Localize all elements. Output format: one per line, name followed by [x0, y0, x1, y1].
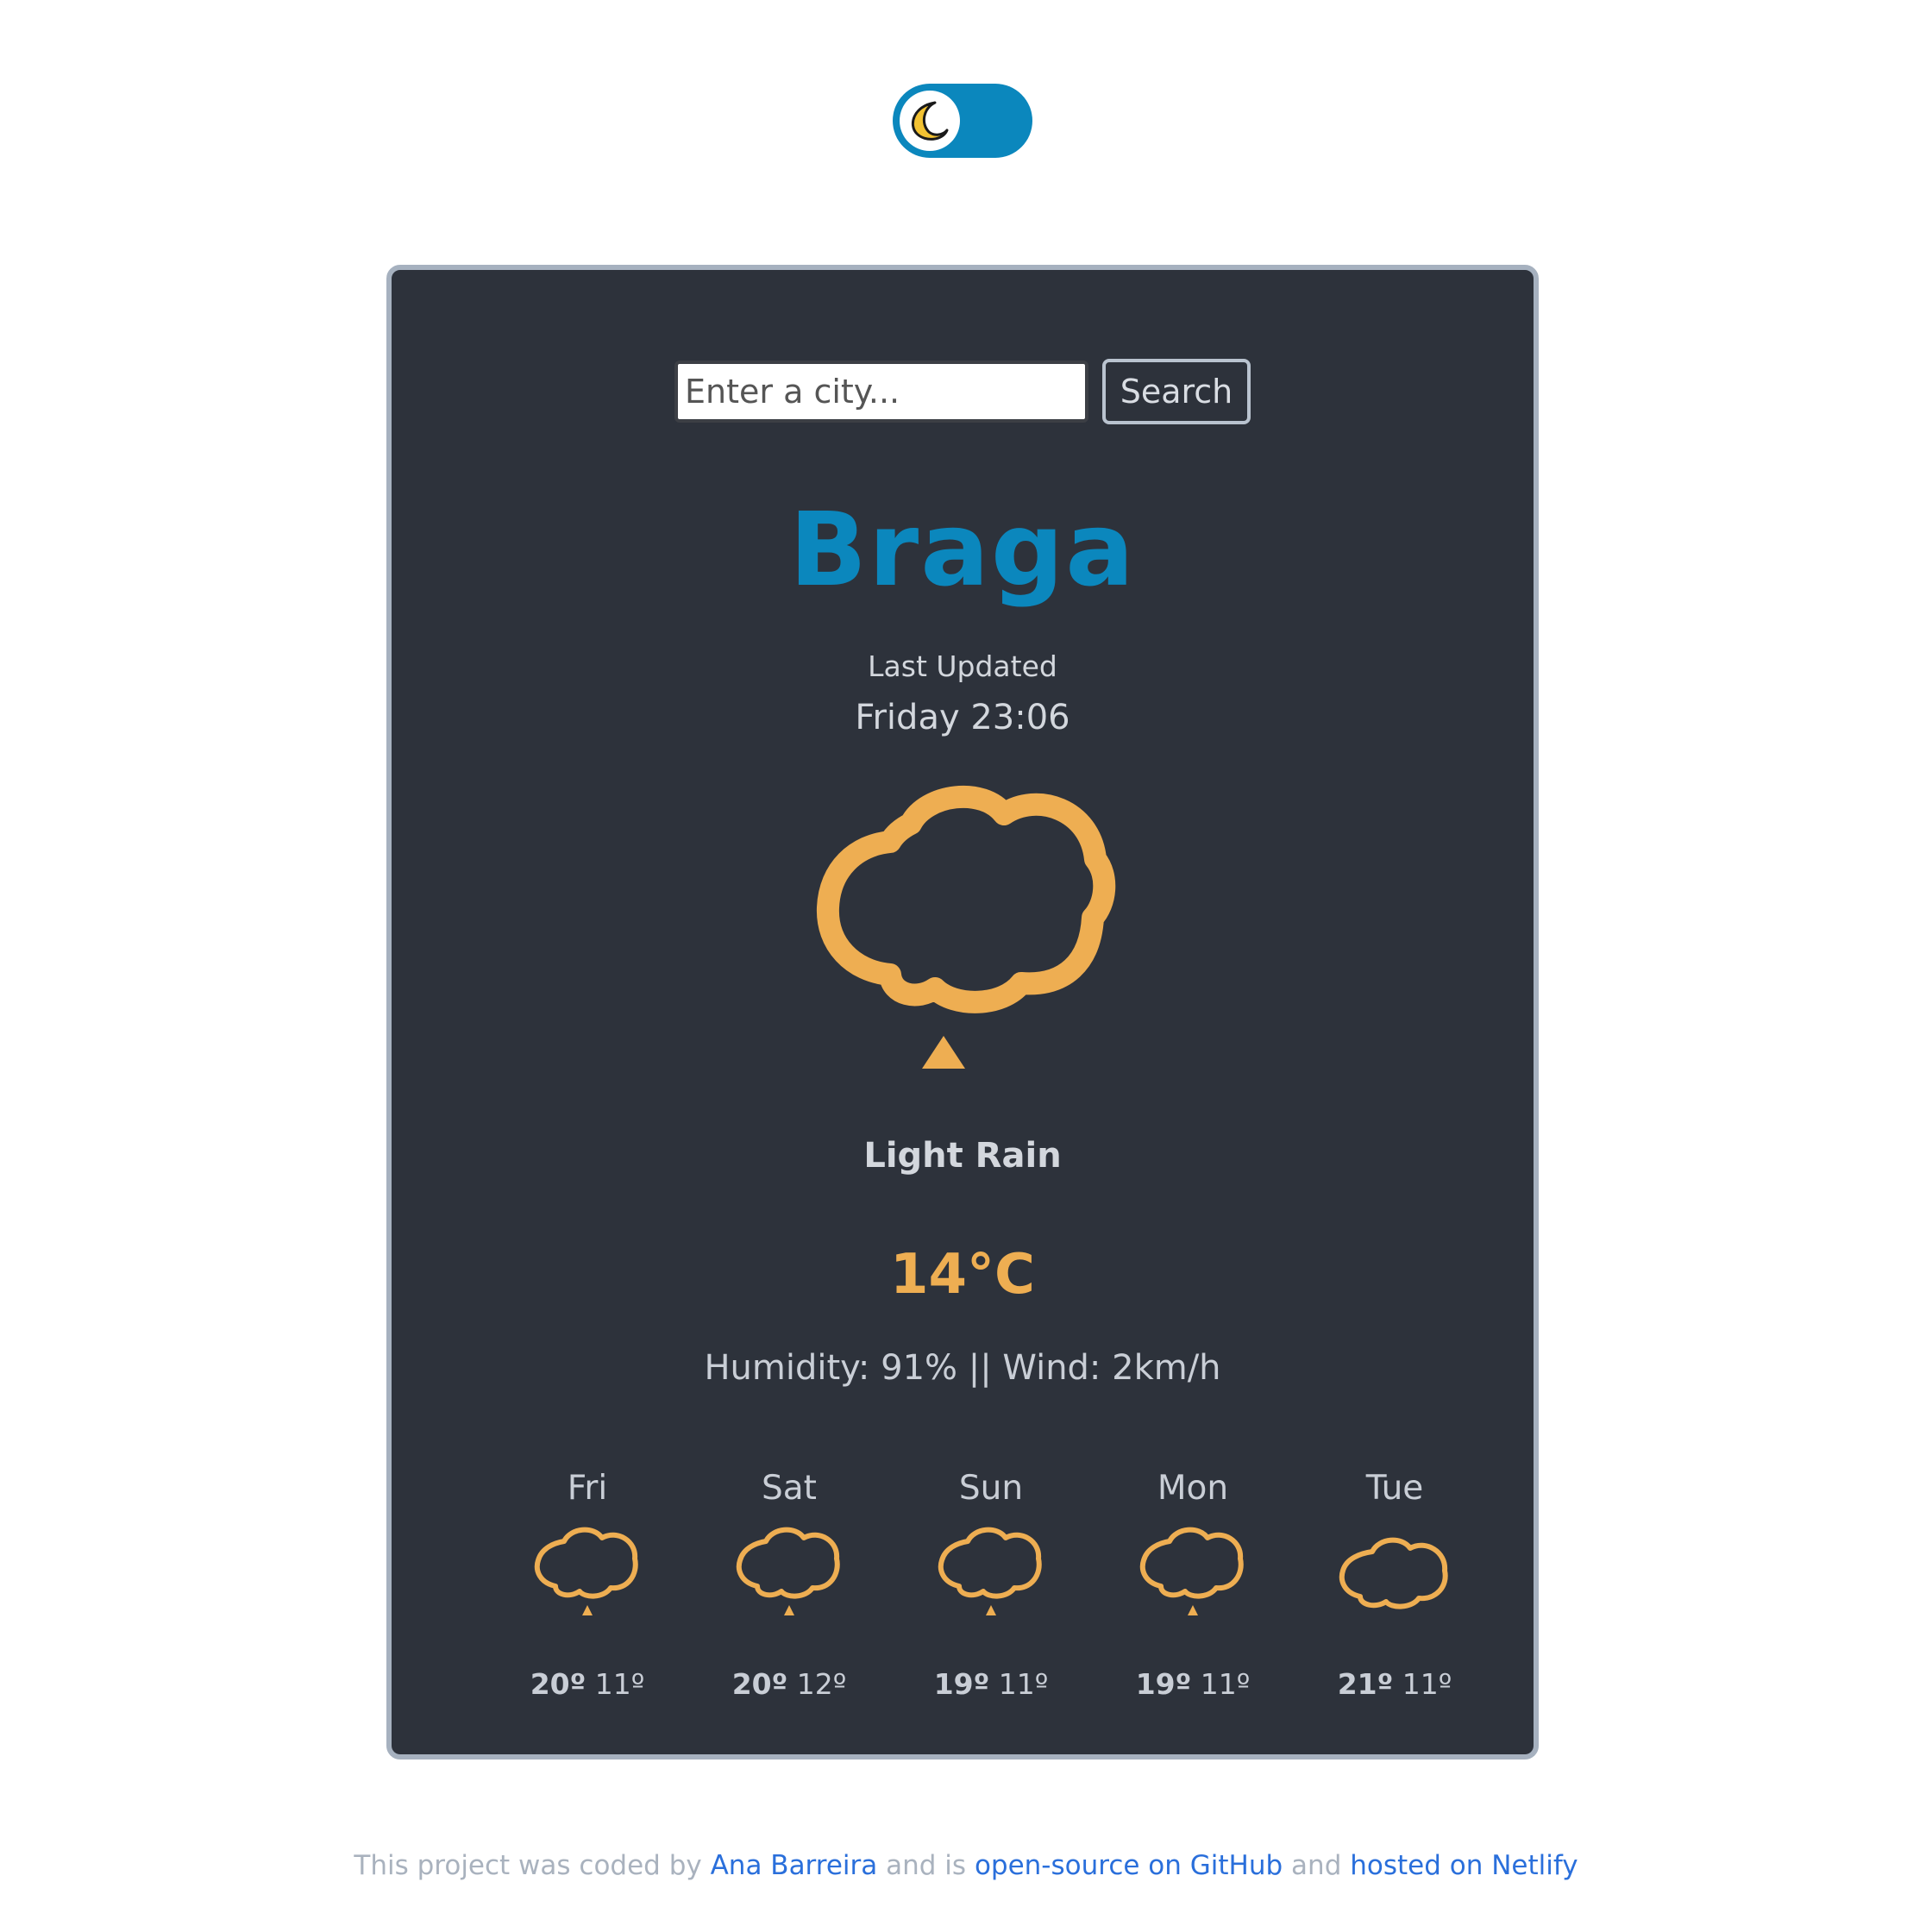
footer-text: This project was coded by: [354, 1850, 702, 1881]
forecast-day: Tue 21º 11º: [1294, 1469, 1496, 1701]
cloud-icon: [1294, 1522, 1496, 1660]
toggle-knob[interactable]: [900, 91, 960, 151]
page: Search Braga Last Updated Friday 23:06 L…: [0, 0, 1932, 1932]
weather-card: Search Braga Last Updated Friday 23:06 L…: [386, 265, 1539, 1760]
search-button[interactable]: Search: [1102, 359, 1251, 424]
forecast-day-name: Sun: [958, 1469, 1024, 1508]
footer-text: and is: [886, 1850, 967, 1881]
forecast-max-temp: 21º: [1337, 1667, 1394, 1701]
city-name: Braga: [789, 490, 1136, 609]
footer: This project was coded by Ana Barreira a…: [0, 1850, 1932, 1881]
humidity-wind: Humidity: 91% || Wind: 2km/h: [704, 1348, 1221, 1388]
forecast-day: Mon 19º 11º: [1092, 1469, 1294, 1701]
city-search-input[interactable]: [674, 361, 1088, 423]
forecast-min-temp: 11º: [1200, 1667, 1251, 1701]
author-link[interactable]: Ana Barreira: [711, 1850, 878, 1881]
weather-description: Light Rain: [863, 1136, 1062, 1176]
forecast-min-temp: 12º: [796, 1667, 847, 1701]
rain-cloud-icon: [1092, 1522, 1294, 1660]
forecast-min-temp: 11º: [594, 1667, 645, 1701]
forecast-max-temp: 20º: [731, 1667, 788, 1701]
forecast-day: Fri 20º 11º: [486, 1469, 688, 1701]
forecast-max-temp: 19º: [1135, 1667, 1192, 1701]
theme-toggle[interactable]: [893, 84, 1032, 158]
rain-cloud-icon: [688, 1522, 890, 1660]
netlify-link[interactable]: hosted on Netlify: [1350, 1850, 1578, 1881]
moon-icon: [912, 101, 949, 141]
forecast: Fri 20º 11º Sat 20º 12º Sun 19º 11º Mon …: [486, 1469, 1496, 1701]
forecast-day: Sun 19º 11º: [890, 1469, 1092, 1701]
forecast-day-name: Fri: [567, 1469, 608, 1508]
last-updated-label: Last Updated: [868, 649, 1057, 683]
last-updated-time: Friday 23:06: [855, 698, 1070, 737]
forecast-day-name: Mon: [1157, 1469, 1229, 1508]
rain-cloud-icon: [486, 1522, 688, 1660]
current-temperature: 14°C: [889, 1243, 1036, 1307]
rain-cloud-icon: [890, 1522, 1092, 1660]
forecast-day-name: Tue: [1365, 1469, 1424, 1508]
forecast-max-temp: 20º: [530, 1667, 586, 1701]
forecast-day-name: Sat: [762, 1469, 817, 1508]
search-form: Search: [392, 359, 1534, 424]
forecast-min-temp: 11º: [1402, 1667, 1452, 1701]
github-link[interactable]: open-source on GitHub: [975, 1850, 1283, 1881]
forecast-day: Sat 20º 12º: [688, 1469, 890, 1701]
footer-text: and: [1291, 1850, 1342, 1881]
forecast-max-temp: 19º: [933, 1667, 990, 1701]
forecast-min-temp: 11º: [998, 1667, 1049, 1701]
rain-cloud-icon: [806, 775, 1125, 1106]
